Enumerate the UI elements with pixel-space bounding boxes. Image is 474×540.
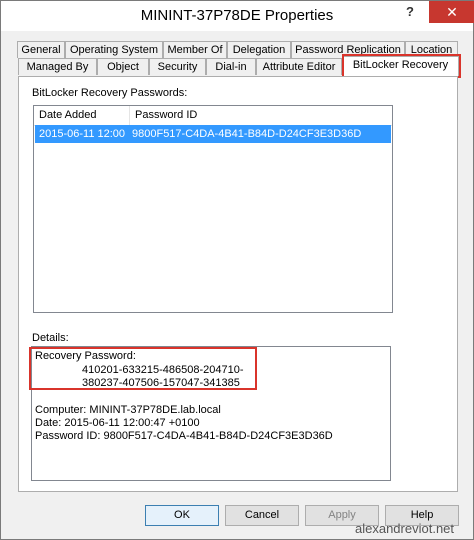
title-bar: MININT-37P78DE Properties ? ✕ [1,1,474,31]
tab-security[interactable]: Security [149,58,206,75]
details-password-id: Password ID: 9800F517-C4DA-4B41-B84D-D24… [35,430,333,442]
close-button[interactable]: ✕ [429,1,474,23]
list-header: Date Added Password ID [34,106,392,126]
details-date: Date: 2015-06-11 12:00:47 +0100 [35,417,200,429]
tab-managed-by[interactable]: Managed By [18,58,97,75]
tab-highlight-box [342,54,461,78]
help-title-button[interactable]: ? [391,1,429,23]
recovery-passwords-label: BitLocker Recovery Passwords: [32,87,188,99]
properties-dialog: MININT-37P78DE Properties ? ✕ General Op… [0,0,474,540]
row-date: 2015-06-11 12:00 [39,128,126,140]
row-password-id: 9800F517-C4DA-4B41-B84D-D24CF3E3D36D [132,128,362,140]
cancel-button[interactable]: Cancel [225,505,299,526]
tab-object[interactable]: Object [97,58,149,75]
tab-dial-in[interactable]: Dial-in [206,58,256,75]
recovery-password-list[interactable]: Date Added Password ID 2015-06-11 12:00 … [33,105,393,313]
column-password-id[interactable]: Password ID [130,106,392,125]
details-label: Details: [32,332,69,344]
tab-member-of[interactable]: Member Of [163,41,227,58]
tab-operating-system[interactable]: Operating System [65,41,163,58]
tab-delegation[interactable]: Delegation [227,41,291,58]
ok-button[interactable]: OK [145,505,219,526]
tab-general[interactable]: General [17,41,65,58]
recovery-password-highlight-box [29,347,257,390]
column-date-added[interactable]: Date Added [34,106,130,125]
tab-attribute-editor[interactable]: Attribute Editor [256,58,342,75]
watermark-text: alexandreviot.net [355,521,455,536]
details-computer: Computer: MININT-37P78DE.lab.local [35,404,221,416]
list-item[interactable]: 2015-06-11 12:00 9800F517-C4DA-4B41-B84D… [35,125,391,143]
